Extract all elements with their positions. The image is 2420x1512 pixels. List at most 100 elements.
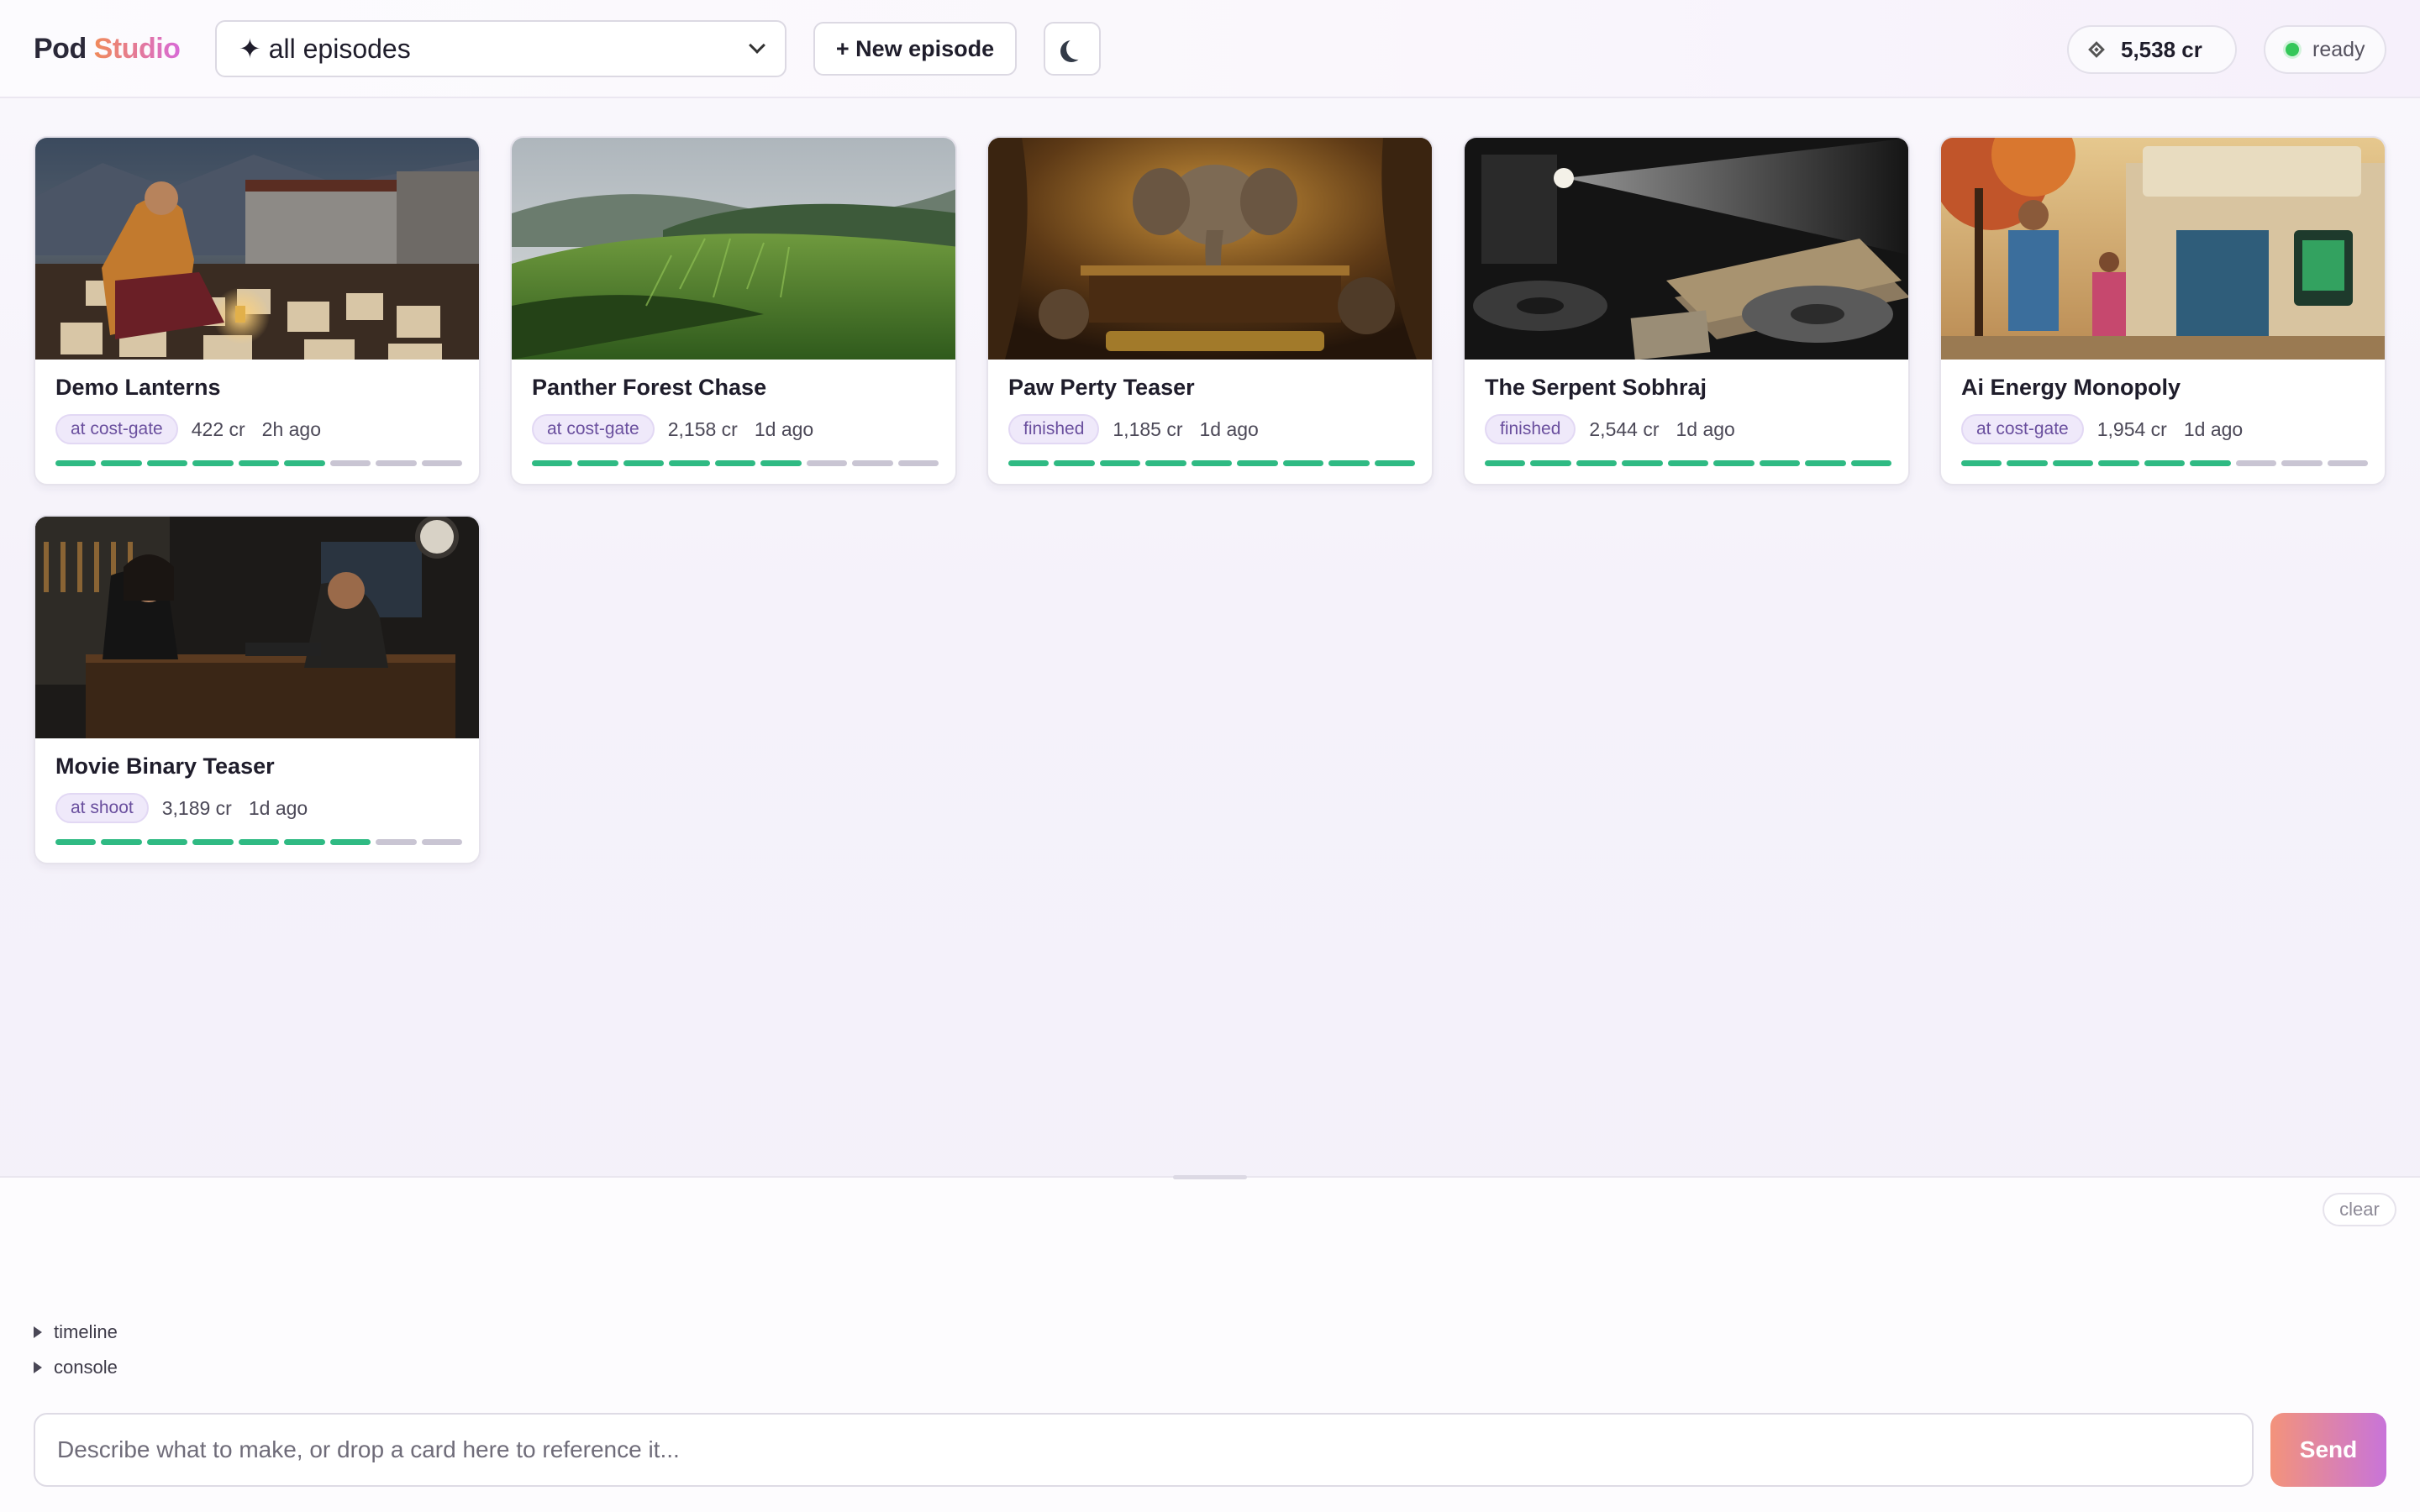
progress-segment xyxy=(329,460,371,466)
progress-segment xyxy=(101,839,142,845)
stage-badge: finished xyxy=(1008,414,1100,444)
prompt-placeholder: Describe what to make, or drop a card he… xyxy=(57,1436,680,1462)
stage-badge: at shoot xyxy=(55,793,149,823)
episode-card[interactable]: Paw Perty Teaser finished 1,185 cr 1d ag… xyxy=(986,136,1434,486)
logo-studio-text: Studio xyxy=(93,33,181,65)
diamond-icon xyxy=(2088,41,2105,58)
progress-segment xyxy=(1530,460,1571,466)
chat-panel: clear timeline console Describe what to … xyxy=(0,1175,2420,1512)
progress-segment xyxy=(2052,460,2094,466)
status-dot-icon xyxy=(2286,43,2299,56)
episode-card[interactable]: Panther Forest Chase at cost-gate 2,158 … xyxy=(510,136,957,486)
episode-thumbnail xyxy=(35,517,479,738)
progress-segment xyxy=(2144,460,2186,466)
episode-age: 1d ago xyxy=(248,796,308,819)
episode-thumbnail xyxy=(988,138,1432,360)
credits-badge: 5,538 cr xyxy=(2067,25,2237,74)
progress-segment xyxy=(1850,460,1891,466)
progress-segment xyxy=(1485,460,1526,466)
progress-segment xyxy=(714,460,756,466)
progress-segment xyxy=(101,460,142,466)
progress-segment xyxy=(2007,460,2048,466)
progress-segment xyxy=(806,460,848,466)
progress-bar xyxy=(1008,460,1415,466)
episode-cost: 422 cr xyxy=(191,417,245,440)
progress-segment xyxy=(2098,460,2139,466)
moon-icon xyxy=(1066,38,1088,60)
episode-thumbnail xyxy=(1465,138,1908,360)
episode-card[interactable]: Demo Lanterns at cost-gate 422 cr 2h ago xyxy=(34,136,481,486)
progress-segment xyxy=(1237,460,1278,466)
panel-resize-handle[interactable] xyxy=(1173,1175,1247,1179)
theme-toggle-button[interactable] xyxy=(1044,22,1101,76)
triangle-right-icon xyxy=(34,1326,42,1338)
progress-segment xyxy=(421,460,462,466)
progress-segment xyxy=(238,839,280,845)
progress-bar xyxy=(532,460,939,466)
episode-thumbnail xyxy=(1941,138,2385,360)
progress-segment xyxy=(2281,460,2323,466)
episode-age: 1d ago xyxy=(1676,417,1735,440)
progress-segment xyxy=(146,460,188,466)
progress-segment xyxy=(238,460,280,466)
stage-badge: at cost-gate xyxy=(1961,414,2084,444)
progress-segment xyxy=(2190,460,2231,466)
episode-cost: 2,544 cr xyxy=(1589,417,1660,440)
episode-meta: finished 2,544 cr 1d ago xyxy=(1485,413,1752,445)
progress-segment xyxy=(2327,460,2368,466)
logo-pod-text: Pod xyxy=(34,33,87,65)
progress-segment xyxy=(55,460,97,466)
new-episode-button[interactable]: + New episode xyxy=(813,22,1017,76)
episode-meta: at cost-gate 1,954 cr 1d ago xyxy=(1961,413,2260,445)
episode-card[interactable]: Movie Binary Teaser at shoot 3,189 cr 1d… xyxy=(34,515,481,864)
episode-filter-select[interactable]: ✦ all episodes xyxy=(215,20,786,77)
episode-meta: at cost-gate 2,158 cr 1d ago xyxy=(532,413,830,445)
status-text: ready xyxy=(2312,37,2365,61)
progress-segment xyxy=(1328,460,1370,466)
prompt-input[interactable]: Describe what to make, or drop a card he… xyxy=(34,1413,2254,1487)
progress-bar xyxy=(55,460,462,466)
episode-cost: 2,158 cr xyxy=(667,417,738,440)
progress-segment xyxy=(1145,460,1186,466)
episode-cost: 1,185 cr xyxy=(1113,417,1183,440)
episode-cost: 1,954 cr xyxy=(2096,417,2167,440)
episode-title: Ai Energy Monopoly xyxy=(1961,375,2181,400)
episode-card[interactable]: The Serpent Sobhraj finished 2,544 cr 1d… xyxy=(1463,136,1910,486)
progress-segment xyxy=(1667,460,1709,466)
progress-segment xyxy=(1191,460,1233,466)
progress-segment xyxy=(623,460,665,466)
episode-cost: 3,189 cr xyxy=(161,796,232,819)
progress-segment xyxy=(1008,460,1050,466)
app-logo[interactable]: Pod Studio xyxy=(34,30,181,67)
progress-segment xyxy=(376,460,417,466)
timeline-toggle[interactable]: timeline xyxy=(34,1319,118,1346)
progress-segment xyxy=(1576,460,1618,466)
episode-filter-value: ✦ all episodes xyxy=(239,34,411,64)
send-button[interactable]: Send xyxy=(2270,1413,2386,1487)
clear-button[interactable]: clear xyxy=(2323,1193,2396,1226)
progress-segment xyxy=(192,460,234,466)
console-toggle[interactable]: console xyxy=(34,1354,118,1381)
timeline-label: timeline xyxy=(54,1321,118,1342)
episode-age: 1d ago xyxy=(754,417,814,440)
episode-meta: at cost-gate 422 cr 2h ago xyxy=(55,413,338,445)
progress-segment xyxy=(1054,460,1095,466)
episode-age: 1d ago xyxy=(1199,417,1259,440)
progress-segment xyxy=(852,460,893,466)
progress-segment xyxy=(1099,460,1141,466)
episode-meta: at shoot 3,189 cr 1d ago xyxy=(55,792,324,824)
stage-badge: at cost-gate xyxy=(532,414,655,444)
status-badge: ready xyxy=(2264,25,2386,74)
episode-thumbnail xyxy=(512,138,955,360)
progress-segment xyxy=(1961,460,2002,466)
episode-age: 2h ago xyxy=(261,417,322,440)
episode-card[interactable]: Ai Energy Monopoly at cost-gate 1,954 cr… xyxy=(1939,136,2386,486)
progress-segment xyxy=(284,839,325,845)
progress-segment xyxy=(1805,460,1846,466)
episode-age: 1d ago xyxy=(2183,417,2244,440)
progress-bar xyxy=(1485,460,1891,466)
progress-segment xyxy=(329,839,371,845)
progress-segment xyxy=(532,460,573,466)
stage-badge: at cost-gate xyxy=(55,414,178,444)
progress-segment xyxy=(760,460,802,466)
